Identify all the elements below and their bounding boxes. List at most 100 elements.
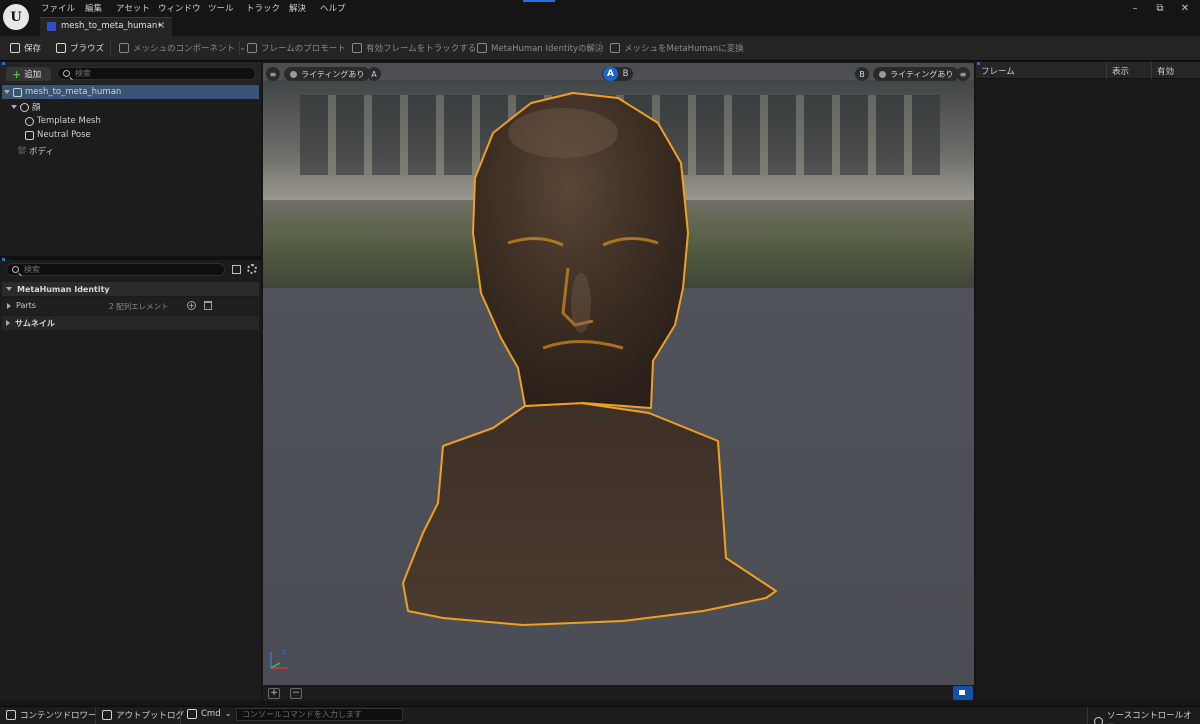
tree-item-body[interactable]: ⛆ ボディ <box>18 145 54 158</box>
view-b-badge[interactable]: B <box>855 67 869 81</box>
save-label: 保存 <box>24 44 42 54</box>
track-frames-label: 有効フレームをトラックする <box>366 44 477 54</box>
panel-focus-marker <box>2 62 5 65</box>
ab-toggle-b[interactable]: B <box>620 67 631 81</box>
close-window-icon[interactable]: ✕ <box>1177 3 1193 14</box>
toolbar-divider <box>600 41 601 55</box>
camera-icon[interactable] <box>953 686 973 700</box>
expand-arrow-icon[interactable] <box>7 302 11 312</box>
tree-label: 顔 <box>32 103 41 113</box>
track-icon <box>352 43 362 53</box>
convert-icon <box>610 43 620 53</box>
promote-frame-label: フレームのプロモート <box>261 44 346 54</box>
identity-solve-button[interactable]: MetaHuman Identityの解決 <box>477 42 604 54</box>
column-divider[interactable] <box>1151 62 1152 79</box>
section-metahuman-identity[interactable]: MetaHuman Identity <box>2 282 259 296</box>
bust-mesh[interactable] <box>263 63 974 685</box>
components-icon <box>119 43 129 53</box>
metahuman-asset-icon <box>47 22 56 31</box>
content-drawer-label: コンテンツドロワー <box>20 711 97 721</box>
menu-asset[interactable]: アセット <box>116 2 150 14</box>
menu-solve[interactable]: 解決 <box>289 2 306 14</box>
plus-icon: + <box>12 67 22 81</box>
table-view-icon[interactable] <box>232 265 241 274</box>
pose-icon <box>25 130 34 140</box>
chevron-down-icon: ⌄ <box>239 43 247 53</box>
components-search-input[interactable]: 検索 <box>57 67 256 80</box>
browse-label: ブラウズ <box>70 44 105 54</box>
menu-help[interactable]: ヘルプ <box>320 2 346 14</box>
zoom-out-button[interactable]: − <box>290 688 302 699</box>
browse-button[interactable]: ブラウズ <box>56 42 104 54</box>
section-title: MetaHuman Identity <box>17 284 110 294</box>
add-component-button[interactable]: + 追加 <box>6 67 51 81</box>
menu-file[interactable]: ファイル <box>41 2 75 14</box>
unreal-logo-icon[interactable]: U <box>3 4 29 30</box>
frames-panel <box>976 62 1200 701</box>
source-control-label: ソースコントロールオフ <box>1107 711 1192 724</box>
lighting-icon <box>290 70 297 78</box>
parts-value: 2 配列エレメント <box>109 302 169 311</box>
mesh-components-dropdown[interactable]: メッシュのコンポーネント ⌄ <box>119 42 246 54</box>
axis-gizmo-icon: Z <box>270 650 288 669</box>
menu-edit[interactable]: 編集 <box>85 2 102 14</box>
content-drawer-icon <box>6 710 16 720</box>
section-thumbnail[interactable]: サムネイル <box>2 316 259 330</box>
section-title: サムネイル <box>15 318 55 328</box>
minimize-icon[interactable]: – <box>1127 3 1143 14</box>
menu-tools[interactable]: ツール <box>208 2 234 14</box>
tree-label: Neutral Pose <box>37 130 91 140</box>
col-frame[interactable]: フレーム <box>981 65 1015 77</box>
identity-solve-label: MetaHuman Identityの解決 <box>491 44 604 54</box>
view-a-badge[interactable]: A <box>367 67 381 81</box>
cmd-dropdown[interactable]: Cmd ⌄ <box>187 709 232 719</box>
details-search-input[interactable]: 検索 <box>6 263 225 276</box>
tab-close-icon[interactable]: × <box>157 20 165 31</box>
face-icon <box>20 102 29 112</box>
collapse-arrow-icon <box>6 287 12 291</box>
panel-focus-marker <box>977 62 980 65</box>
col-enabled[interactable]: 有効 <box>1157 65 1174 77</box>
promote-frame-button[interactable]: フレームのプロモート <box>247 42 346 54</box>
viewport-menu-icon[interactable]: ≡ <box>266 67 280 81</box>
content-drawer-button[interactable]: コンテンツドロワー <box>6 709 97 721</box>
lighting-icon <box>879 70 886 78</box>
add-label: 追加 <box>24 70 42 80</box>
source-control-button[interactable]: ソースコントロールオフ <box>1094 709 1200 724</box>
add-element-icon[interactable]: + <box>187 301 196 310</box>
console-command-input[interactable]: コンソールコマンドを入力します <box>236 708 403 721</box>
col-display[interactable]: 表示 <box>1112 65 1129 77</box>
menu-track[interactable]: トラック <box>246 2 280 14</box>
tree-label: ボディ <box>29 147 54 157</box>
tree-item-neutral-pose[interactable]: Neutral Pose <box>25 130 91 140</box>
panel-focus-marker <box>2 258 5 261</box>
column-divider[interactable] <box>1106 62 1107 79</box>
ab-toggle-a[interactable]: A <box>603 67 618 81</box>
cmd-label: Cmd <box>201 709 221 719</box>
tree-item-face[interactable]: 顔 <box>11 101 41 113</box>
chevron-down-icon: ⌄ <box>224 709 232 719</box>
trash-icon[interactable] <box>204 301 212 310</box>
folder-icon <box>56 43 66 53</box>
axis-z-label: Z <box>282 650 286 657</box>
mesh-components-label: メッシュのコンポーネント <box>133 44 236 54</box>
output-log-button[interactable]: アウトプットログ <box>102 709 184 721</box>
lighting-dropdown-right[interactable]: ライティングあり <box>873 67 960 81</box>
search-icon <box>63 70 70 77</box>
mesh-to-metahuman-button[interactable]: メッシュをMetaHumanに変換 <box>610 42 744 54</box>
lighting-dropdown-left[interactable]: ライティングあり <box>284 67 371 81</box>
tree-item-template-mesh[interactable]: Template Mesh <box>25 116 101 126</box>
mesh-icon <box>25 116 34 126</box>
save-button[interactable]: 保存 <box>10 42 41 54</box>
menu-window[interactable]: ウィンドウ <box>158 2 201 14</box>
log-icon <box>102 710 112 720</box>
gear-icon[interactable] <box>247 264 257 274</box>
restore-icon[interactable]: ⧉ <box>1152 3 1168 14</box>
status-divider <box>180 707 181 724</box>
viewport-options-icon[interactable]: ≡ <box>956 67 970 81</box>
tree-item-root[interactable]: mesh_to_meta_human <box>4 87 121 97</box>
track-frames-button[interactable]: 有効フレームをトラックする <box>352 42 476 54</box>
solve-icon <box>477 43 487 53</box>
zoom-in-button[interactable]: + <box>268 688 280 699</box>
parts-label: Parts <box>16 301 36 310</box>
